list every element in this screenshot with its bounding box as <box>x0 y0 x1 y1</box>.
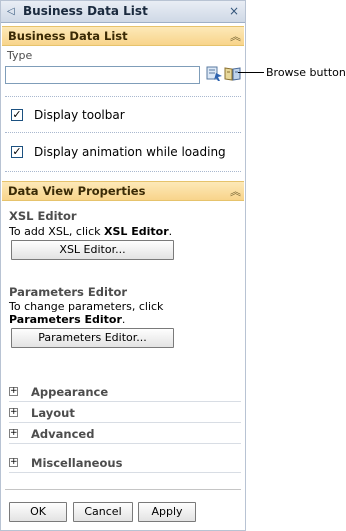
section-header-data-view-properties[interactable]: Data View Properties ︽ <box>2 181 244 201</box>
group-appearance[interactable]: + Appearance <box>9 384 241 402</box>
group-advanced[interactable]: + Advanced <box>9 426 241 444</box>
expand-icon[interactable]: + <box>9 429 18 438</box>
group-label: Miscellaneous <box>31 456 123 470</box>
display-animation-label: Display animation while loading <box>34 145 226 159</box>
divider <box>5 96 241 97</box>
section-title: Data View Properties <box>8 184 146 198</box>
tool-pane-title: Business Data List <box>23 4 148 18</box>
xsl-editor-description: To add XSL, click XSL Editor. <box>9 225 173 238</box>
expand-icon[interactable]: + <box>9 408 18 417</box>
tool-pane: ◁ Business Data List × Business Data Lis… <box>0 0 246 531</box>
group-label: Appearance <box>31 385 109 399</box>
cancel-button[interactable]: Cancel <box>73 502 133 522</box>
type-input[interactable] <box>5 66 200 84</box>
callout-label: Browse button <box>266 66 346 79</box>
chevron-left-icon[interactable]: ◁ <box>7 5 19 18</box>
footer-divider <box>5 489 241 490</box>
callout-line <box>238 72 264 73</box>
display-toolbar-label: Display toolbar <box>34 108 125 122</box>
close-icon[interactable]: × <box>229 4 239 18</box>
xsl-editor-button[interactable]: XSL Editor... <box>11 240 174 260</box>
browse-icon[interactable] <box>224 65 241 82</box>
group-label: Layout <box>31 406 75 420</box>
chevron-double-up-icon[interactable]: ︽ <box>230 183 241 199</box>
section-title: Business Data List <box>8 29 128 43</box>
tool-pane-title-bar: ◁ Business Data List × <box>1 1 245 23</box>
parameters-editor-heading: Parameters Editor <box>9 285 128 299</box>
display-animation-checkbox[interactable]: ✓ <box>11 146 23 158</box>
parameters-editor-description-line1: To change parameters, click <box>9 300 164 313</box>
xsl-editor-heading: XSL Editor <box>9 209 77 223</box>
display-toolbar-checkbox[interactable]: ✓ <box>11 109 23 121</box>
group-label: Advanced <box>31 427 95 441</box>
apply-button[interactable]: Apply <box>138 502 196 522</box>
group-layout[interactable]: + Layout <box>9 405 241 423</box>
chevron-double-up-icon[interactable]: ︽ <box>230 28 241 44</box>
divider <box>5 171 241 172</box>
expand-icon[interactable]: + <box>9 387 18 396</box>
type-label: Type <box>7 49 33 62</box>
parameters-editor-description-line2: Parameters Editor. <box>9 313 126 326</box>
expand-icon[interactable]: + <box>9 458 18 467</box>
group-miscellaneous[interactable]: + Miscellaneous <box>9 455 241 473</box>
divider <box>5 132 241 133</box>
ok-button[interactable]: OK <box>9 502 67 522</box>
select-type-icon[interactable] <box>206 65 223 82</box>
parameters-editor-button[interactable]: Parameters Editor... <box>11 328 174 348</box>
section-header-business-data-list[interactable]: Business Data List ︽ <box>2 26 244 46</box>
